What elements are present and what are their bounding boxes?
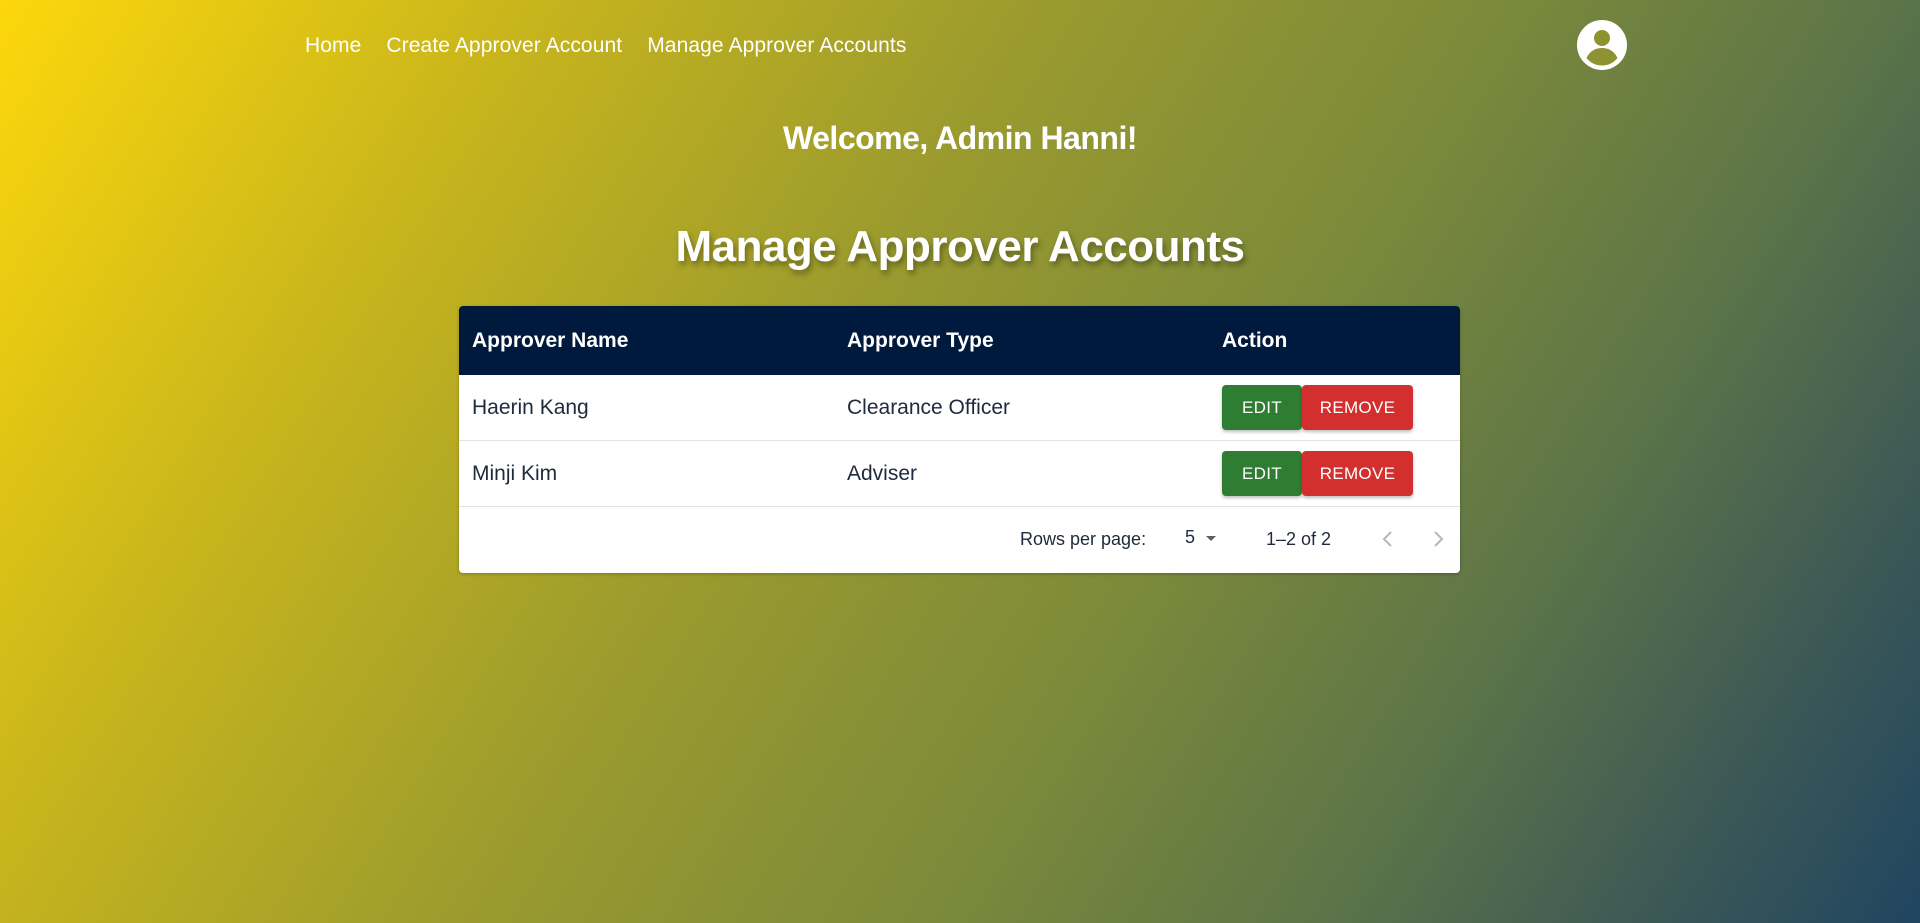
row-actions: EDIT REMOVE xyxy=(1222,451,1413,496)
approver-name-cell: Haerin Kang xyxy=(472,395,589,419)
table-header: Approver Name Approver Type Action xyxy=(459,306,1460,375)
table-pagination: Rows per page: 5 1–2 of 2 xyxy=(459,507,1460,573)
header-approver-name: Approver Name xyxy=(472,328,629,352)
chevron-left-icon[interactable] xyxy=(1376,527,1400,556)
row-actions: EDIT REMOVE xyxy=(1222,385,1413,430)
approver-table: Approver Name Approver Type Action Haeri… xyxy=(459,306,1460,573)
rows-per-page-label: Rows per page: xyxy=(1020,529,1147,549)
approver-type-cell: Adviser xyxy=(847,461,918,485)
page-title: Manage Approver Accounts xyxy=(675,222,1245,271)
welcome-message: Welcome, Admin Hanni! xyxy=(783,120,1137,156)
edit-button[interactable]: EDIT xyxy=(1222,451,1302,496)
approver-name-cell: Minji Kim xyxy=(472,461,558,485)
header-approver-type: Approver Type xyxy=(847,328,994,352)
rows-per-page-select[interactable]: 5 xyxy=(1185,527,1221,548)
pagination-range: 1–2 of 2 xyxy=(1266,529,1332,549)
top-nav: Home Create Approver Account Manage Appr… xyxy=(305,34,906,58)
remove-button[interactable]: REMOVE xyxy=(1302,451,1413,496)
chevron-right-icon[interactable] xyxy=(1426,527,1450,556)
table-row: Haerin Kang Clearance Officer EDIT REMOV… xyxy=(459,375,1460,441)
nav-create-approver-link[interactable]: Create Approver Account xyxy=(386,34,622,58)
remove-button[interactable]: REMOVE xyxy=(1302,385,1413,430)
approver-type-cell: Clearance Officer xyxy=(847,395,1011,419)
header-action: Action xyxy=(1222,328,1288,352)
account-circle-icon[interactable] xyxy=(1576,19,1628,71)
table-row: Minji Kim Adviser EDIT REMOVE xyxy=(459,441,1460,507)
caret-down-icon xyxy=(1206,535,1217,541)
nav-manage-approvers-link[interactable]: Manage Approver Accounts xyxy=(647,34,906,58)
nav-home-link[interactable]: Home xyxy=(305,34,361,58)
edit-button[interactable]: EDIT xyxy=(1222,385,1302,430)
rows-per-page-value: 5 xyxy=(1185,527,1196,547)
